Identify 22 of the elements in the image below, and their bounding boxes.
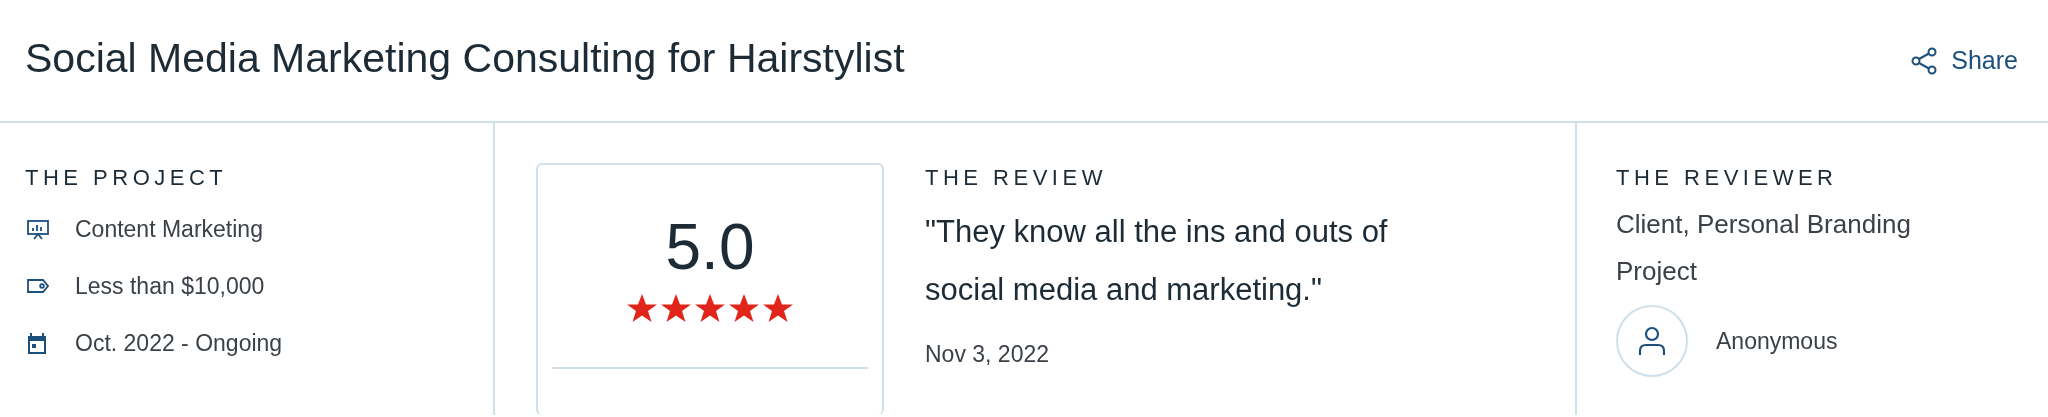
- project-detail: Oct. 2022 - Ongoing: [75, 330, 283, 357]
- star-icon: [728, 293, 760, 323]
- section-heading: THE REVIEWER: [1616, 165, 1839, 191]
- person-icon: [1638, 326, 1666, 356]
- reviewer-role: Client, Personal Branding Project: [1616, 208, 1912, 288]
- review-quote: "They know all the ins and outs of social media and marketing.": [925, 213, 1389, 309]
- share-icon: [1911, 46, 1938, 75]
- calendar-icon: [27, 332, 49, 355]
- page-title: Social Media Marketing Consulting for Hairstylist: [25, 35, 905, 82]
- reviewer-name: Anonymous: [1716, 327, 1838, 355]
- project-detail: Content Marketing: [75, 216, 263, 243]
- star-icon: [762, 293, 794, 323]
- section-heading: THE PROJECT: [25, 165, 229, 191]
- section-heading: THE REVIEW: [925, 165, 1108, 191]
- star-icon: [694, 293, 726, 323]
- review-date: Nov 3, 2022: [925, 341, 1051, 368]
- star-icon: [660, 293, 692, 323]
- star-icon: [626, 293, 658, 323]
- share-link[interactable]: Share: [1911, 46, 2018, 75]
- rating-score: 5.0: [665, 215, 755, 279]
- presentation-icon: [27, 218, 49, 241]
- project-detail: Less than $10,000: [75, 273, 265, 300]
